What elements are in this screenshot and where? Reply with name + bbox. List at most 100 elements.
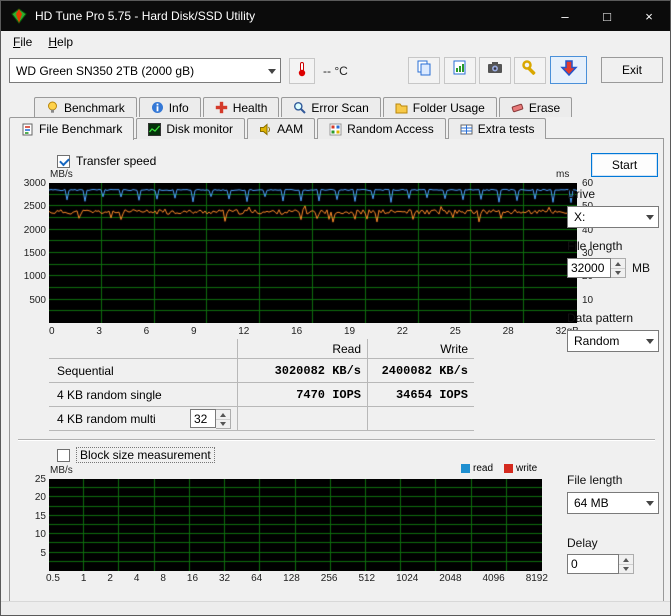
file-length2-label: File length xyxy=(567,473,622,487)
chevron-down-icon[interactable] xyxy=(641,493,658,513)
axis-tick-label: 8192 xyxy=(526,573,548,584)
axis-tick-label: 2 xyxy=(107,573,113,584)
spin-up-icon[interactable] xyxy=(619,555,633,565)
menu-file[interactable]: File xyxy=(5,32,40,52)
file-length-spinner xyxy=(567,258,626,278)
transfer-chart-x-axis: 036912161922252832gB xyxy=(49,326,579,337)
menu-help[interactable]: Help xyxy=(40,32,81,52)
tab-label: Extra tests xyxy=(478,122,535,136)
disk-monitor-icon xyxy=(148,123,161,136)
transfer-speed-checkbox-row: Transfer speed xyxy=(57,154,156,168)
tab-disk-monitor[interactable]: Disk monitor xyxy=(136,118,245,139)
chevron-down-icon[interactable] xyxy=(263,59,280,82)
tab-label: AAM xyxy=(277,122,303,136)
app-window: HD Tune Pro 5.75 - Hard Disk/SSD Utility… xyxy=(0,0,671,616)
spin-up-icon[interactable] xyxy=(611,259,625,269)
file-length-input[interactable] xyxy=(567,258,611,278)
drive-letter-select[interactable]: X: xyxy=(567,206,659,228)
tab-label: File Benchmark xyxy=(39,122,122,136)
block-chart-x-axis: 0.512481632641282565121024204840968192 xyxy=(46,573,548,584)
copy-pages-icon xyxy=(415,59,433,82)
axis-tick-label: 19 xyxy=(344,326,355,337)
toolbar: WD Green SN350 2TB (2000 gB) -- °C xyxy=(1,53,670,91)
tab-benchmark[interactable]: Benchmark xyxy=(34,97,137,117)
file-length-unit: MB xyxy=(632,261,650,275)
close-button[interactable]: × xyxy=(628,1,670,31)
tab-file-benchmark[interactable]: File Benchmark xyxy=(9,117,134,140)
legend-read-swatch xyxy=(461,464,470,473)
exit-button[interactable]: Exit xyxy=(601,57,663,83)
drive-select[interactable]: WD Green SN350 2TB (2000 gB) xyxy=(9,58,281,83)
table-row-random-multi: 4 KB random multi xyxy=(49,407,474,431)
random-access-icon xyxy=(329,123,342,136)
block-chart-y-axis: 252015105 xyxy=(18,479,46,571)
tab-random-access[interactable]: Random Access xyxy=(317,118,446,139)
delay-input[interactable] xyxy=(567,554,619,574)
random-single-read-value: 7470 IOPS xyxy=(237,383,367,406)
delay-label: Delay xyxy=(567,536,598,550)
tab-label: Info xyxy=(169,101,189,115)
tab-aam[interactable]: AAM xyxy=(247,118,315,139)
axis-tick-label: 22 xyxy=(397,326,408,337)
block-size-checkbox[interactable] xyxy=(57,449,70,462)
spinner-buttons xyxy=(619,554,634,574)
random-single-label: 4 KB random single xyxy=(49,383,237,406)
tab-health[interactable]: Health xyxy=(203,97,280,117)
axis-tick-label: 256 xyxy=(321,573,338,584)
data-pattern-select[interactable]: Random xyxy=(567,330,659,352)
sequential-write-value: 2400082 KB/s xyxy=(367,359,474,382)
extra-tests-icon xyxy=(460,123,473,136)
drive-select-value: WD Green SN350 2TB (2000 gB) xyxy=(10,64,263,78)
chevron-down-icon[interactable] xyxy=(641,331,658,351)
report-button[interactable] xyxy=(444,57,476,84)
axis-tick-label: 9 xyxy=(191,326,197,337)
random-multi-label: 4 KB random multi xyxy=(57,412,156,426)
legend-write-swatch xyxy=(504,464,513,473)
menu-bar: File Help xyxy=(1,31,670,53)
tab-extra-tests[interactable]: Extra tests xyxy=(448,118,547,139)
magnifier-icon xyxy=(293,101,306,114)
tab-error-scan[interactable]: Error Scan xyxy=(281,97,380,117)
start-button[interactable]: Start xyxy=(591,153,658,177)
axis-tick-label: 0.5 xyxy=(46,573,60,584)
section-divider xyxy=(18,439,655,441)
block-size-chart xyxy=(49,479,542,571)
thermometer-icon xyxy=(295,61,309,82)
sequential-read-value: 3020082 KB/s xyxy=(237,359,367,382)
eraser-icon xyxy=(511,101,524,114)
axis-tick-label: 3 xyxy=(96,326,102,337)
axis-tick-label: 2000 xyxy=(24,226,46,236)
spin-down-icon[interactable] xyxy=(216,420,230,429)
chevron-down-icon[interactable] xyxy=(641,207,658,227)
spin-down-icon[interactable] xyxy=(611,269,625,278)
copy-button[interactable] xyxy=(408,57,440,84)
delay-spinner xyxy=(567,554,634,574)
legend-read-label: read xyxy=(473,463,493,474)
screenshot-button[interactable] xyxy=(479,57,511,84)
axis-tick-label: 25 xyxy=(35,475,46,485)
tab-label: Folder Usage xyxy=(413,101,485,115)
tab-info[interactable]: Info xyxy=(139,97,201,117)
thread-count-input[interactable] xyxy=(190,409,216,428)
capture-button[interactable] xyxy=(550,56,587,84)
speaker-icon xyxy=(259,123,272,136)
temperature-button[interactable] xyxy=(289,58,315,84)
right-axis-unit-label: ms xyxy=(556,169,569,180)
options-button[interactable] xyxy=(514,57,546,84)
axis-tick-label: 2500 xyxy=(24,202,46,212)
tab-folder-usage[interactable]: Folder Usage xyxy=(383,97,497,117)
file-benchmark-panel: Transfer speed Start MB/s ms 30002500200… xyxy=(9,138,664,602)
axis-tick-label: 1500 xyxy=(24,249,46,259)
file-length2-select[interactable]: 64 MB xyxy=(567,492,659,514)
drive-letter-value: X: xyxy=(568,210,641,224)
tab-erase[interactable]: Erase xyxy=(499,97,572,117)
tab-label: Random Access xyxy=(347,122,434,136)
maximize-button[interactable]: □ xyxy=(586,1,628,31)
minimize-button[interactable]: – xyxy=(544,1,586,31)
spin-up-icon[interactable] xyxy=(216,410,230,420)
axis-tick-label: 2048 xyxy=(439,573,461,584)
tab-label: Benchmark xyxy=(64,101,125,115)
transfer-speed-checkbox[interactable] xyxy=(57,155,70,168)
spin-down-icon[interactable] xyxy=(619,565,633,574)
data-pattern-label: Data pattern xyxy=(567,311,633,325)
